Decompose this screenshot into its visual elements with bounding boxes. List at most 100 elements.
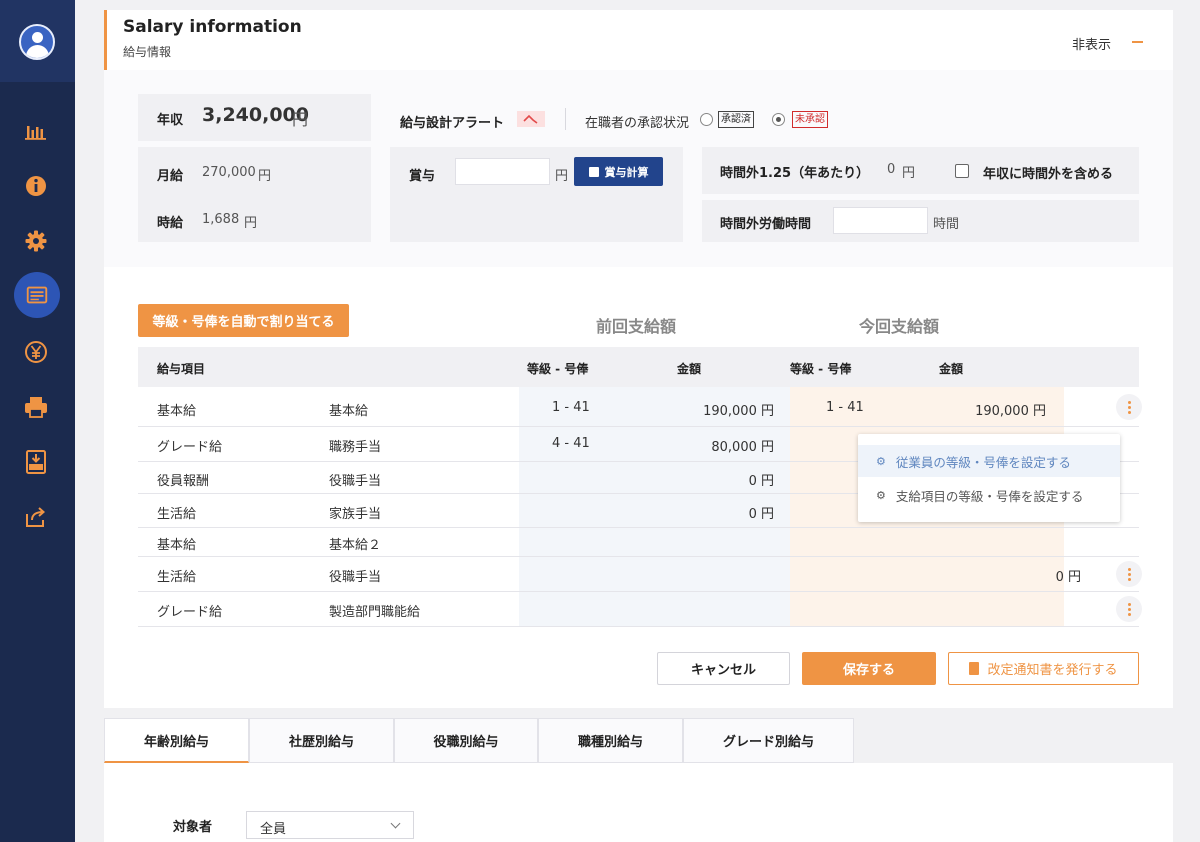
- annual-unit: 円: [292, 110, 309, 129]
- th-item: 給与項目: [157, 362, 206, 376]
- row-name: 職務手当: [329, 440, 382, 455]
- row-prev-amount: 0 円: [748, 474, 774, 489]
- target-label: 対象者: [173, 820, 213, 835]
- bonus-calc-button[interactable]: 賞与計算: [574, 157, 663, 186]
- alert-label: 給与設計アラート: [400, 116, 505, 131]
- card-header: Salary information 給与情報 非表示: [104, 10, 1173, 70]
- th-curr-amount: 金額: [939, 362, 964, 376]
- hourly-value: 1,688: [202, 212, 240, 227]
- row-name: 家族手当: [329, 507, 382, 522]
- row-prev-amount: 80,000 円: [711, 440, 774, 455]
- hourly-unit: 円: [244, 216, 258, 231]
- monthly-value: 270,000: [202, 165, 256, 180]
- overtime-value: 0: [887, 162, 896, 177]
- bar-chart-icon[interactable]: [22, 117, 50, 145]
- row-category: 生活給: [157, 507, 197, 522]
- bonus-input[interactable]: [455, 158, 550, 185]
- curr-payment-heading: 今回支給額: [859, 317, 940, 336]
- gift-icon: [588, 166, 599, 177]
- tab-jobtype-salary[interactable]: 職種別給与: [538, 718, 683, 763]
- table-row: グレード給 製造部門職能給: [138, 592, 1142, 627]
- row-name: 基本給２: [329, 538, 382, 553]
- approval-radio-approved[interactable]: [700, 113, 713, 126]
- overtime-hours-input[interactable]: [833, 207, 928, 234]
- info-icon[interactable]: [22, 172, 50, 200]
- th-curr-grade: 等級 - 号俸: [790, 362, 852, 376]
- sidebar-header: [0, 0, 75, 82]
- popup-item-label: 支給項目の等級・号俸を設定する: [895, 488, 1084, 504]
- table-row: 基本給 基本給２: [138, 528, 1139, 557]
- th-prev-grade: 等級 - 号俸: [527, 362, 589, 376]
- alert-trend-icon: [517, 111, 545, 127]
- cancel-button[interactable]: キャンセル: [657, 652, 790, 685]
- row-prev-amount: 0 円: [748, 507, 774, 522]
- collapse-icon[interactable]: [1132, 41, 1143, 43]
- row-prev-amount: 190,000 円: [703, 404, 774, 419]
- popup-item-payitem-grade[interactable]: ⚙ 支給項目の等級・号俸を設定する: [858, 479, 1120, 511]
- summary-section: 年収 3,240,000 円 月給 270,000 円 時給 1,688 円 給…: [104, 70, 1173, 267]
- bonus-label: 賞与: [409, 169, 436, 184]
- monthly-label: 月給: [157, 169, 184, 184]
- row-curr-grade: 1 - 41: [826, 400, 864, 415]
- th-prev-amount: 金額: [677, 362, 702, 376]
- bonus-unit: 円: [555, 169, 569, 184]
- tab-content: 対象者 全員: [104, 763, 1173, 842]
- gear-icon[interactable]: [22, 227, 50, 255]
- overtime-hours-unit: 時間: [933, 217, 960, 232]
- approval-label: 在職者の承認状況: [585, 116, 690, 131]
- issue-notice-button[interactable]: 改定通知書を発行する: [948, 652, 1139, 685]
- printer-icon[interactable]: [22, 393, 50, 421]
- popup-item-label: 従業員の等級・号俸を設定する: [895, 454, 1071, 470]
- row-prev-grade: 1 - 41: [552, 400, 590, 415]
- approval-radio-unapproved[interactable]: [772, 113, 785, 126]
- save-button[interactable]: 保存する: [802, 652, 936, 685]
- row-menu-button[interactable]: [1116, 561, 1142, 587]
- table-header: 給与項目 等級 - 号俸 金額 等級 - 号俸 金額: [138, 347, 1139, 387]
- tab-position-salary[interactable]: 役職別給与: [394, 718, 538, 763]
- row-context-menu: ⚙ 従業員の等級・号俸を設定する ⚙ 支給項目の等級・号俸を設定する: [858, 434, 1120, 522]
- card-title: Salary information: [123, 17, 302, 37]
- bonus-panel: 賞与 円 賞与計算: [390, 147, 683, 242]
- row-name: 役職手当: [329, 474, 382, 489]
- row-name: 基本給: [329, 404, 369, 419]
- include-overtime-checkbox[interactable]: [955, 164, 969, 178]
- row-menu-button[interactable]: [1116, 394, 1142, 420]
- divider: [565, 108, 566, 130]
- monthly-hourly-panel: 月給 270,000 円 時給 1,688 円: [138, 147, 371, 242]
- row-name: 製造部門職能給: [329, 605, 421, 620]
- target-select[interactable]: 全員: [246, 811, 414, 839]
- approved-tag: 承認済: [718, 111, 754, 128]
- row-prev-grade: 4 - 41: [552, 436, 590, 451]
- monthly-unit: 円: [258, 169, 272, 184]
- issue-notice-label: 改定通知書を発行する: [987, 663, 1118, 678]
- row-name: 役職手当: [329, 570, 382, 585]
- table-row: 基本給 基本給 1 - 41 190,000 円 1 - 41 190,000 …: [138, 387, 1142, 427]
- overtime-panel: 時間外1.25（年あたり） 0 円 年収に時間外を含める: [702, 147, 1139, 194]
- overtime-unit: 円: [902, 166, 916, 181]
- row-category: グレード給: [157, 440, 223, 455]
- bonus-calc-label: 賞与計算: [604, 165, 649, 179]
- auto-assign-button[interactable]: 等級・号俸を自動で割り当てる: [138, 304, 349, 337]
- tab-grade-salary[interactable]: グレード別給与: [683, 718, 854, 763]
- share-export-icon[interactable]: [22, 503, 50, 531]
- row-curr-amount: 190,000 円: [975, 404, 1046, 419]
- include-overtime-label: 年収に時間外を含める: [983, 167, 1114, 182]
- annual-label: 年収: [157, 113, 184, 128]
- hourly-label: 時給: [157, 216, 184, 231]
- hide-toggle-label[interactable]: 非表示: [1072, 34, 1111, 53]
- row-menu-button[interactable]: [1116, 596, 1142, 622]
- tab-age-salary[interactable]: 年齢別給与: [104, 718, 249, 763]
- popup-item-employee-grade[interactable]: ⚙ 従業員の等級・号俸を設定する: [858, 445, 1120, 477]
- tab-tenure-salary[interactable]: 社歴別給与: [249, 718, 394, 763]
- yen-icon[interactable]: [22, 338, 50, 366]
- row-curr-amount: 0 円: [1055, 570, 1081, 585]
- overtime-hours-panel: 時間外労働時間 時間: [702, 200, 1139, 242]
- user-avatar-icon[interactable]: [19, 24, 55, 60]
- gear-icon: ⚙: [876, 454, 886, 468]
- list-icon[interactable]: [14, 272, 60, 318]
- gear-icon: ⚙: [876, 488, 886, 502]
- row-category: 役員報酬: [157, 474, 210, 489]
- csv-download-icon[interactable]: [22, 448, 50, 476]
- overtime-hours-label: 時間外労働時間: [720, 217, 812, 232]
- row-category: 生活給: [157, 570, 197, 585]
